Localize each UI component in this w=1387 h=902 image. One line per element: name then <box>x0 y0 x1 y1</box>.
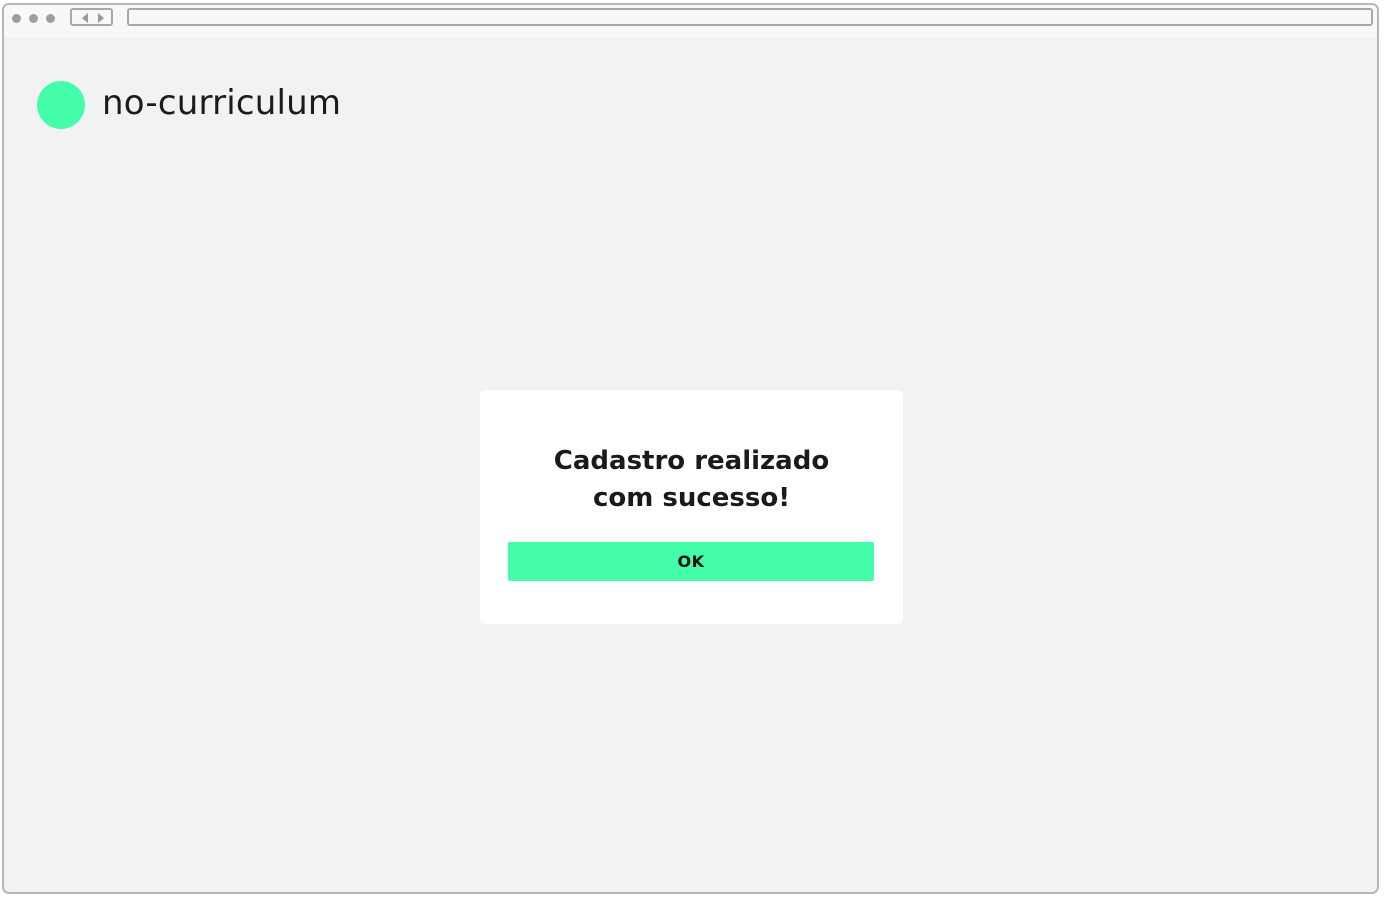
modal-title-line-1: Cadastro realizado <box>553 446 830 476</box>
forward-arrow-icon[interactable] <box>98 13 104 23</box>
modal-title-line-2: com sucesso! <box>592 483 791 513</box>
window-dot-icon[interactable] <box>29 14 38 23</box>
browser-window: no-curriculum Cadastro realizado com suc… <box>2 3 1379 894</box>
brand-name: no-curriculum <box>102 83 342 123</box>
window-dot-icon[interactable] <box>46 14 55 23</box>
nav-buttons <box>70 8 113 26</box>
logo-icon <box>37 81 85 129</box>
address-bar[interactable] <box>127 8 1373 26</box>
browser-toolbar <box>4 5 1377 37</box>
ok-button[interactable]: OK <box>508 542 874 581</box>
back-arrow-icon[interactable] <box>82 13 88 23</box>
window-dot-icon[interactable] <box>12 14 21 23</box>
modal-title: Cadastro realizado com sucesso! <box>480 443 903 517</box>
success-modal: Cadastro realizado com sucesso! OK <box>480 390 903 624</box>
